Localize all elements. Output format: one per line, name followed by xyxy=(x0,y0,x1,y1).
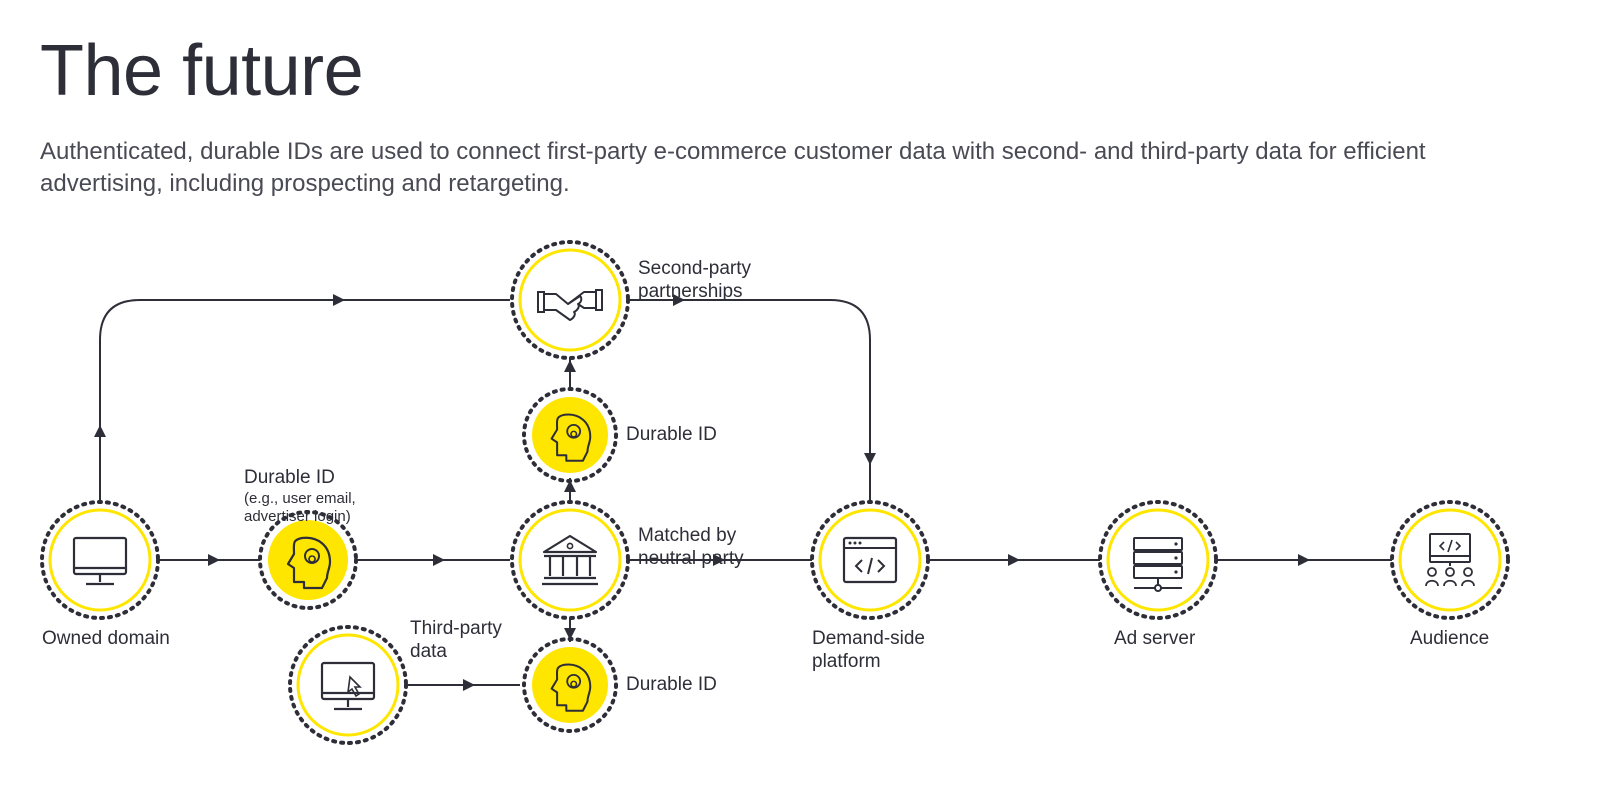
label-audience: Audience xyxy=(1410,628,1550,651)
label-durable-id-top: Durable ID xyxy=(626,424,766,447)
label-durable-id-bottom: Durable ID xyxy=(626,674,766,697)
node-owned-domain xyxy=(42,502,158,618)
node-second-party xyxy=(512,242,628,358)
node-neutral-party xyxy=(512,502,628,618)
label-ad-server: Ad server xyxy=(1114,628,1254,651)
label-durable-id-main-sub: (e.g., user email, advertiser login) xyxy=(244,490,424,526)
node-audience xyxy=(1392,502,1508,618)
node-dsp xyxy=(812,502,928,618)
label-durable-id-main: Durable ID (e.g., user email, advertiser… xyxy=(244,467,424,526)
label-owned-domain: Owned domain xyxy=(42,628,182,651)
node-third-party xyxy=(290,627,406,743)
flow-diagram: Owned domain Durable ID (e.g., user emai… xyxy=(40,230,1560,800)
label-dsp: Demand-side platform xyxy=(812,628,972,674)
page-subtitle: Authenticated, durable IDs are used to c… xyxy=(40,136,1520,201)
label-third-party: Third-party data xyxy=(410,618,530,664)
label-durable-id-main-text: Durable ID xyxy=(244,467,335,488)
node-ad-server xyxy=(1100,502,1216,618)
node-durable-id-top xyxy=(524,389,616,481)
label-second-party: Second-party partnerships xyxy=(638,258,818,304)
page-title: The future xyxy=(40,30,1560,112)
node-durable-id-main xyxy=(260,512,356,608)
node-durable-id-bottom xyxy=(524,639,616,731)
label-neutral-party: Matched by neutral party xyxy=(638,525,798,571)
